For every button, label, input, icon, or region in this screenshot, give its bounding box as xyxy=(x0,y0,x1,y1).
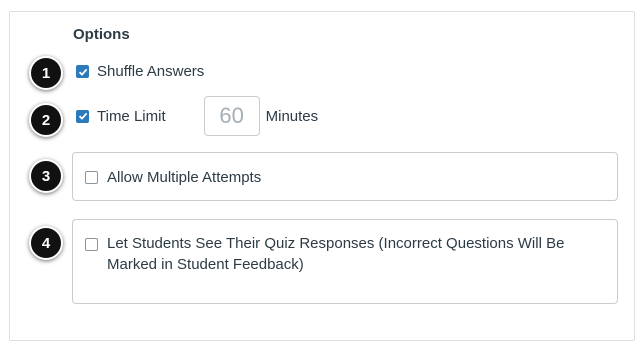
shuffle-answers-label: Shuffle Answers xyxy=(97,63,205,80)
multiple-attempts-checkbox[interactable] xyxy=(85,171,98,184)
see-responses-label-line-2: Marked in Student Feedback) xyxy=(107,256,304,273)
options-title: Options xyxy=(73,26,130,43)
see-responses-option[interactable]: Let Students See Their Quiz Responses (I… xyxy=(85,233,564,275)
checkmark-icon xyxy=(78,68,87,76)
multiple-attempts-label: Allow Multiple Attempts xyxy=(107,169,262,186)
step-badge-2: 2 xyxy=(29,103,63,137)
see-responses-checkbox[interactable] xyxy=(85,238,98,251)
shuffle-answers-option[interactable]: Shuffle Answers xyxy=(76,63,204,80)
time-limit-checkbox[interactable] xyxy=(76,109,89,123)
see-responses-label: Let Students See Their Quiz Responses (I… xyxy=(107,233,564,275)
step-badge-3: 3 xyxy=(29,159,63,193)
minutes-unit-label: Minutes xyxy=(265,107,319,125)
time-limit-minutes-input[interactable] xyxy=(203,96,260,136)
shuffle-answers-checkbox[interactable] xyxy=(76,65,89,78)
step-badge-1: 1 xyxy=(29,56,63,90)
time-limit-label: Time Limit xyxy=(97,107,166,125)
step-badge-4: 4 xyxy=(29,226,63,260)
checkmark-icon xyxy=(78,112,87,120)
time-limit-option[interactable]: Time Limit Minutes xyxy=(76,96,318,136)
see-responses-label-line-1: Let Students See Their Quiz Responses (I… xyxy=(107,235,565,252)
multiple-attempts-option[interactable]: Allow Multiple Attempts xyxy=(85,169,261,186)
